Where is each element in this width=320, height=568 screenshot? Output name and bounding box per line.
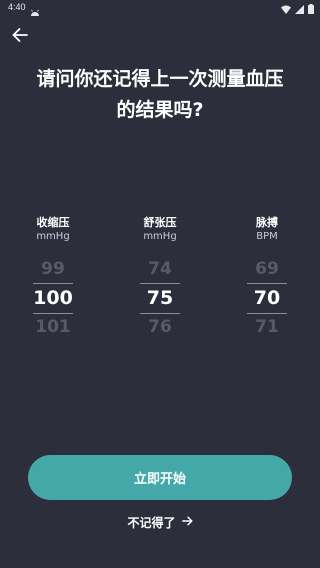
systolic-selected-value[interactable]: 100 xyxy=(13,286,93,310)
selection-divider xyxy=(247,313,287,314)
systolic-picker: 收缩压 mmHg 99 100 101 xyxy=(13,216,93,346)
diastolic-unit: mmHg xyxy=(143,231,177,242)
blood-pressure-pickers: 收缩压 mmHg 99 100 101 舒张压 mmHg 74 75 76 脉搏 xyxy=(0,216,320,346)
pulse-picker: 脉搏 BPM 69 70 71 xyxy=(227,216,307,346)
forgot-link[interactable]: 不记得了 xyxy=(100,512,220,532)
systolic-label: 收缩压 xyxy=(36,216,70,229)
status-time: 4:40 xyxy=(8,2,26,12)
status-bar: 4:40 xyxy=(0,0,320,16)
android-app-icon xyxy=(30,3,40,16)
selection-divider xyxy=(140,313,180,314)
diastolic-label: 舒张压 xyxy=(143,216,177,229)
diastolic-selected-value[interactable]: 75 xyxy=(120,286,200,310)
diastolic-next-value[interactable]: 76 xyxy=(120,316,200,338)
arrow-left-icon xyxy=(12,27,28,46)
diastolic-picker: 舒张压 mmHg 74 75 76 xyxy=(120,216,200,346)
wifi-icon xyxy=(281,0,291,18)
selection-divider xyxy=(33,313,73,314)
question-line-2: 的结果吗? xyxy=(116,99,204,121)
screen: 4:40 请问你还记得上一次测量血压 的结果吗? 收缩压 mmHg 99 100… xyxy=(0,0,320,568)
systolic-prev-value[interactable]: 99 xyxy=(13,258,93,280)
status-icons xyxy=(281,2,314,14)
systolic-wheel[interactable]: 99 100 101 xyxy=(13,256,93,346)
back-button[interactable] xyxy=(8,24,32,48)
pulse-prev-value[interactable]: 69 xyxy=(227,258,307,280)
page-title: 请问你还记得上一次测量血压 的结果吗? xyxy=(20,64,300,126)
start-now-button[interactable]: 立即开始 xyxy=(28,455,292,500)
systolic-next-value[interactable]: 101 xyxy=(13,316,93,338)
pulse-next-value[interactable]: 71 xyxy=(227,316,307,338)
pulse-label: 脉搏 xyxy=(256,216,278,229)
arrow-right-icon xyxy=(181,515,193,529)
diastolic-prev-value[interactable]: 74 xyxy=(120,258,200,280)
pulse-unit: BPM xyxy=(256,231,278,242)
selection-divider xyxy=(33,283,73,284)
question-line-1: 请问你还记得上一次测量血压 xyxy=(36,68,284,90)
selection-divider xyxy=(247,283,287,284)
battery-icon xyxy=(308,0,314,18)
diastolic-wheel[interactable]: 74 75 76 xyxy=(120,256,200,346)
systolic-unit: mmHg xyxy=(36,231,70,242)
pulse-selected-value[interactable]: 70 xyxy=(227,286,307,310)
selection-divider xyxy=(140,283,180,284)
pulse-wheel[interactable]: 69 70 71 xyxy=(227,256,307,346)
forgot-label: 不记得了 xyxy=(127,515,176,530)
signal-icon xyxy=(295,0,304,18)
